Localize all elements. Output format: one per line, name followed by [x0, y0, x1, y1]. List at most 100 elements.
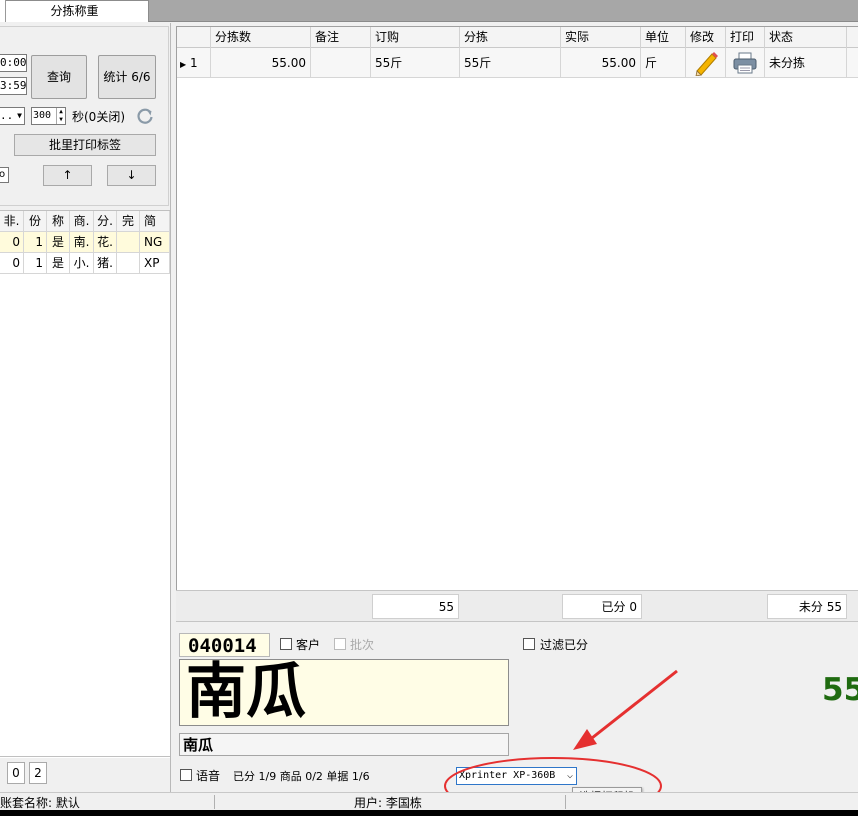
table-cell: NG: [140, 232, 170, 253]
customer-checkbox[interactable]: [280, 638, 292, 650]
col-header[interactable]: 简: [140, 211, 170, 232]
status-divider: [214, 795, 215, 809]
spinner-up-icon[interactable]: ▲: [56, 108, 65, 116]
order-list-table: 非. 份 称 商. 分. 完 简 0 1 是 南. 花. NG 0 1 是 小.…: [0, 210, 170, 758]
cell-unit[interactable]: 斤: [641, 48, 686, 78]
voice-checkbox[interactable]: [180, 769, 192, 781]
customer-checkbox-label: 客户: [296, 638, 321, 652]
cell-note[interactable]: [311, 48, 371, 78]
table-cell: [117, 232, 140, 253]
product-name-display: 南瓜: [179, 657, 509, 727]
order-list-header: 非. 份 称 商. 分. 完 简: [0, 211, 170, 232]
time-end-field[interactable]: 3:59: [0, 77, 27, 95]
spinner-down-icon[interactable]: ▼: [56, 116, 65, 124]
pager-item[interactable]: 0: [7, 762, 25, 784]
annotation-arrow-head: [573, 729, 597, 750]
col-header[interactable]: 完: [117, 211, 140, 232]
status-divider: [565, 795, 566, 809]
table-cell: 1: [24, 232, 47, 253]
tab-sort-weigh[interactable]: 分拣称重: [0, 0, 149, 22]
edit-pencil-icon[interactable]: [692, 50, 720, 78]
col-header-status[interactable]: 状态: [765, 27, 847, 48]
unsorted-total: 未分 55: [767, 594, 847, 619]
totals-bar: 55 已分 0 未分 55: [176, 590, 858, 622]
col-header-actual[interactable]: 实际: [561, 27, 641, 48]
product-name-big: 南瓜: [186, 657, 306, 727]
cell-edit: [686, 48, 726, 78]
filter-sorted-checkbox[interactable]: [523, 638, 535, 650]
pager: 0 2: [0, 756, 170, 789]
printer-select-value: Xprinter XP-360B: [459, 770, 556, 781]
printer-select[interactable]: Xprinter XP-360B ⌵: [456, 767, 577, 785]
batch-print-labels-button[interactable]: 批里打印标签: [14, 134, 156, 156]
table-cell: XP: [140, 253, 170, 274]
refresh-interval-label: 秒(0关闭): [72, 110, 125, 124]
filter-sorted-label: 过滤已分: [540, 638, 589, 652]
col-header[interactable]: 商.: [70, 211, 94, 232]
cell-sort-qty[interactable]: 55.00: [211, 48, 311, 78]
row-pointer-icon: ▶: [180, 60, 187, 69]
chevron-down-icon: ⌵: [566, 770, 573, 781]
cell-actual[interactable]: 55.00: [561, 48, 641, 78]
grid-header: 分拣数 备注 订购 分拣 实际 单位 修改 打印 状态: [177, 27, 858, 48]
col-header[interactable]: 称: [47, 211, 70, 232]
col-header-print[interactable]: 打印: [726, 27, 765, 48]
status-bar: 账套名称: 默认 用户: 李国栋: [0, 792, 858, 810]
screen-bottom-edge: [0, 810, 858, 816]
table-cell: 小.: [70, 253, 94, 274]
move-down-button[interactable]: ↓: [107, 165, 156, 186]
table-cell: 是: [47, 232, 70, 253]
refresh-interval-spinner[interactable]: 300 ▲ ▼: [31, 107, 66, 125]
col-header[interactable]: 份: [24, 211, 47, 232]
cell-picked[interactable]: 55斤: [460, 48, 561, 78]
account-name: 账套名称: 默认: [0, 796, 80, 810]
table-cell: 花.: [94, 232, 117, 253]
annotation-arrow-line: [591, 669, 678, 740]
batch-checkbox: [334, 638, 346, 650]
row-header[interactable]: ▶ 1: [177, 48, 211, 78]
table-cell: 是: [47, 253, 70, 274]
table-row[interactable]: ▶ 1 55.00 55斤 55斤 55.00 斤 未分拣: [177, 48, 858, 78]
col-header[interactable]: 分.: [94, 211, 117, 232]
printer-icon[interactable]: [733, 52, 757, 78]
sorted-total: 已分 0: [562, 594, 642, 619]
left-panel: 0:00 3:59 查询 统计 6/6 .. ▼ 300 ▲ ▼ 秒(0关闭) …: [0, 23, 171, 793]
table-cell: 0: [0, 232, 24, 253]
col-header-sort-qty[interactable]: 分拣数: [211, 27, 311, 48]
col-header-picked[interactable]: 分拣: [460, 27, 561, 48]
filter-combo-value: ..: [0, 109, 14, 122]
col-header-unit[interactable]: 单位: [641, 27, 686, 48]
col-header-note[interactable]: 备注: [311, 27, 371, 48]
refresh-icon[interactable]: [135, 106, 155, 126]
cell-status[interactable]: 未分拣: [765, 48, 847, 78]
query-button[interactable]: 查询: [31, 55, 87, 99]
table-cell: 南.: [70, 232, 94, 253]
move-up-button[interactable]: ↑: [43, 165, 92, 186]
col-header-ordered[interactable]: 订购: [371, 27, 460, 48]
pager-item[interactable]: 2: [29, 762, 47, 784]
voice-checkbox-label: 语音: [196, 769, 221, 783]
dropdown-arrow-icon: ▼: [17, 111, 22, 120]
batch-checkbox-label: 批次: [350, 638, 375, 652]
cell-ordered[interactable]: 55斤: [371, 48, 460, 78]
sorting-detail-grid: 分拣数 备注 订购 分拣 实际 单位 修改 打印 状态 ▶ 1 55.00 55…: [176, 26, 858, 590]
table-row[interactable]: 0 1 是 南. 花. NG: [0, 232, 170, 253]
tab-previous-sliver[interactable]: [0, 0, 6, 22]
stats-button[interactable]: 统计 6/6: [98, 55, 156, 99]
left-partial-field[interactable]: o: [0, 167, 9, 183]
row-indicator-header: [177, 27, 211, 48]
table-row[interactable]: 0 1 是 小. 猪. XP: [0, 253, 170, 274]
time-start-field[interactable]: 0:00: [0, 54, 27, 72]
col-header[interactable]: 非.: [0, 211, 24, 232]
customer-code: 040014: [179, 633, 270, 657]
table-cell: [117, 253, 140, 274]
weight-readout: 55: [822, 672, 858, 708]
table-cell: 1: [24, 253, 47, 274]
col-header-edit[interactable]: 修改: [686, 27, 726, 48]
progress-summary: 已分 1/9 商品 0/2 单据 1/6: [233, 770, 370, 783]
current-user: 用户: 李国栋: [354, 796, 422, 810]
table-cell: 猪.: [94, 253, 117, 274]
product-name-small: 南瓜: [179, 733, 509, 756]
filter-combo[interactable]: .. ▼: [0, 107, 25, 125]
table-cell: 0: [0, 253, 24, 274]
